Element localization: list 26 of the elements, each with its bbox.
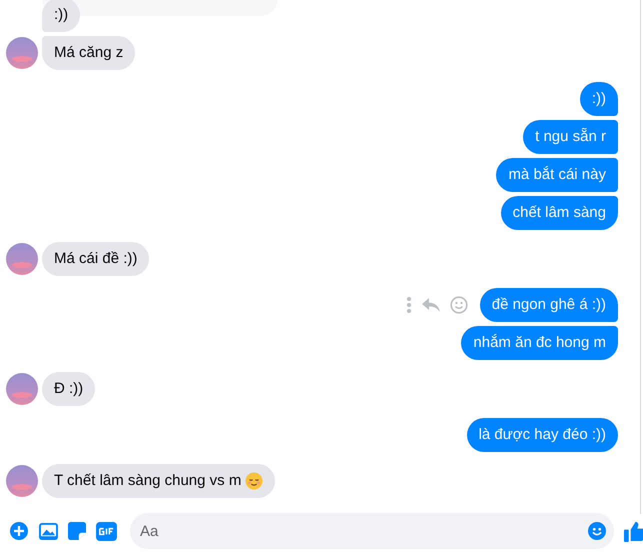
smiley-icon[interactable] [450, 296, 468, 314]
image-icon[interactable] [39, 522, 58, 540]
message-bubble[interactable]: Đ :)) [42, 372, 96, 406]
message-bubble[interactable]: chết lâm sàng [500, 196, 618, 230]
avatar[interactable] [6, 465, 38, 497]
message-bubble[interactable]: mà bắt cái này [496, 158, 618, 192]
message-bubble[interactable]: T chết lâm sàng chung vs m [42, 464, 276, 498]
sticker-icon[interactable] [68, 522, 86, 540]
message-bubble[interactable]: đề ngon ghê á :)) [480, 288, 618, 322]
message-bubble[interactable]: :)) [42, 0, 80, 32]
more-icon[interactable] [406, 296, 412, 314]
gif-icon[interactable] [96, 522, 117, 540]
thumbs-up-icon[interactable] [624, 520, 643, 542]
message-input[interactable]: Aa [130, 513, 614, 549]
avatar[interactable] [6, 373, 38, 405]
message-bubble[interactable]: :)) [580, 82, 618, 116]
message-bubble[interactable]: nhắm ăn đc hong m [461, 326, 618, 360]
message-bubble[interactable]: là được hay đéo :)) [466, 418, 618, 452]
smiley-icon[interactable] [588, 522, 606, 540]
avatar[interactable] [6, 37, 38, 69]
message-bubble[interactable]: t ngu sẵn r [523, 120, 618, 154]
message-bubble[interactable]: Má căng z [42, 36, 136, 70]
avatar[interactable] [6, 243, 38, 275]
message-bubble[interactable]: Má cái đề :)) [42, 242, 150, 276]
reply-icon[interactable] [422, 298, 440, 312]
plus-icon[interactable] [9, 521, 29, 541]
